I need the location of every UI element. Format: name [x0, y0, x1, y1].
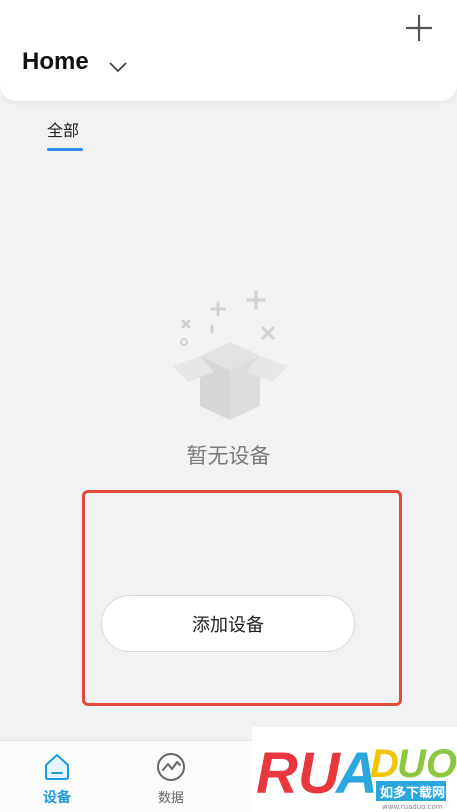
nav-label-data: 数据: [157, 791, 184, 806]
nav-item-data[interactable]: 数据: [131, 741, 211, 812]
app-screen: Home 全部 暂无设备 添加设备 设备 数据 RU A D UO 如多下载网 …: [0, 0, 457, 812]
tab-active-indicator: [47, 148, 83, 151]
nav-label-devices: 设备: [43, 790, 71, 806]
chart-pulse-icon: [157, 753, 185, 781]
watermark-logo: RU A D UO 如多下载网 www.ruaduo.com: [252, 727, 457, 812]
svg-text:如多下载网: 如多下载网: [380, 785, 445, 801]
add-icon[interactable]: [403, 12, 435, 44]
home-icon: [45, 754, 69, 780]
svg-text:UO: UO: [397, 742, 457, 786]
home-title[interactable]: Home: [22, 48, 89, 76]
nav-item-devices[interactable]: 设备: [17, 741, 97, 812]
svg-text:RU: RU: [256, 741, 342, 806]
chevron-down-icon[interactable]: [108, 60, 128, 74]
svg-text:www.ruaduo.com: www.ruaduo.com: [382, 803, 443, 811]
empty-message: 暂无设备: [186, 444, 271, 468]
header: Home: [0, 0, 457, 101]
tab-all[interactable]: 全部: [47, 117, 79, 141]
add-device-button[interactable]: 添加设备: [101, 595, 355, 652]
svg-text:D: D: [370, 742, 399, 786]
empty-box-icon: [172, 290, 288, 420]
